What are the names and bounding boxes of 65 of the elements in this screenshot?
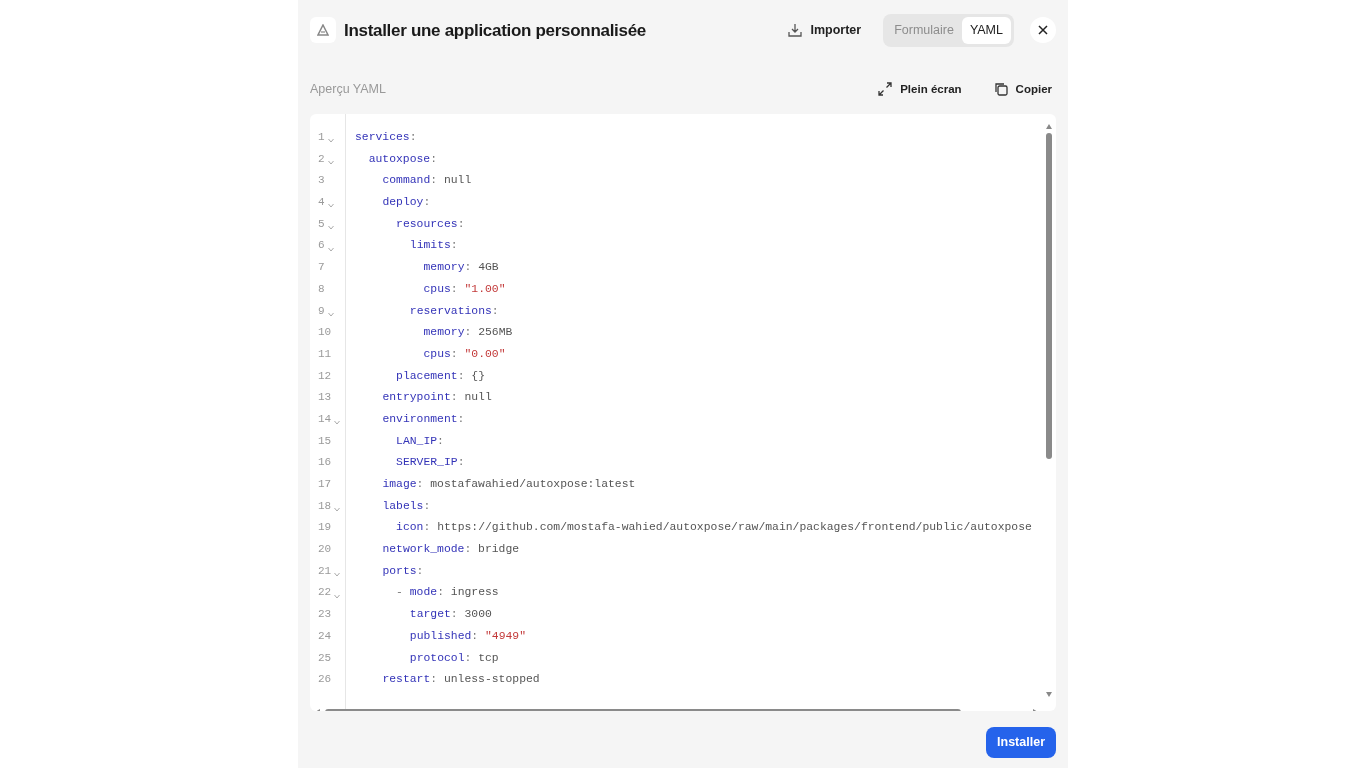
preview-label: Aperçu YAML xyxy=(310,81,386,98)
line-number: 10 xyxy=(318,325,332,341)
line-number: 2 xyxy=(318,151,325,167)
copy-button[interactable]: Copier xyxy=(989,78,1056,100)
code-line: ports: xyxy=(382,563,424,579)
line-number: 18 xyxy=(318,498,332,514)
line-number: 11 xyxy=(318,346,332,362)
code-line: restart: unless-stopped xyxy=(382,672,540,688)
line-number: 17 xyxy=(318,477,332,492)
code-line: memory: 256MB xyxy=(423,325,513,341)
code-line: published: "4949" xyxy=(409,628,527,644)
fullscreen-button[interactable]: Plein écran xyxy=(874,78,966,100)
line-number: 7 xyxy=(318,260,325,276)
import-button[interactable]: Importer xyxy=(782,17,868,44)
code-line: placement: {} xyxy=(396,368,485,384)
code-line: cpus: "1.00" xyxy=(423,281,506,297)
mode-tab[interactable]: YAML xyxy=(961,17,1011,44)
code-line: labels: xyxy=(382,498,431,514)
code-line: environment: xyxy=(382,411,465,427)
line-number: 25 xyxy=(318,650,332,666)
line-number: 8 xyxy=(318,281,325,297)
code-line: - mode: ingress xyxy=(396,585,499,601)
code-line: cpus: "0.00" xyxy=(423,346,506,362)
line-number: 6 xyxy=(318,238,325,254)
expand-icon xyxy=(878,82,893,97)
line-number: 9 xyxy=(318,303,325,319)
line-number: 5 xyxy=(318,216,325,232)
line-number: 1 xyxy=(318,130,325,145)
download-icon xyxy=(788,23,803,38)
line-number: 16 xyxy=(318,455,332,471)
code-line: memory: 4GB xyxy=(423,260,499,276)
close-icon xyxy=(1038,25,1048,36)
code-line: protocol: tcp xyxy=(409,650,499,666)
code-line: command: null xyxy=(382,173,472,189)
close-button[interactable] xyxy=(1030,17,1056,44)
line-number: 19 xyxy=(318,520,332,536)
line-number: 26 xyxy=(318,672,332,688)
line-number: 15 xyxy=(318,433,332,449)
copy-icon xyxy=(993,82,1008,97)
code-line: resources: xyxy=(396,216,465,232)
code-line: limits: xyxy=(409,238,458,254)
code-line: network_mode: bridge xyxy=(382,542,520,558)
line-number: 14 xyxy=(318,411,332,427)
code-line: autoxpose: xyxy=(368,151,438,167)
code-line: services: xyxy=(355,130,417,145)
code-line: entrypoint: null xyxy=(382,390,492,406)
line-number: 3 xyxy=(318,173,325,189)
line-number: 13 xyxy=(318,390,332,406)
code-line: LAN_IP: xyxy=(396,433,444,449)
code-line: image: mostafawahied/autoxpose:latest xyxy=(382,477,636,492)
line-number: 21 xyxy=(318,563,332,579)
code-line: SERVER_IP: xyxy=(396,455,465,471)
code-line: icon: https://github.com/mostafa-wahied/autoxpose/raw/main/packages/frontend/public/autoxpose xyxy=(396,520,1032,536)
line-number: 20 xyxy=(318,542,332,558)
dialog-title: Installer une application personnalisée xyxy=(344,19,646,42)
line-number: 4 xyxy=(318,195,325,211)
line-number: 24 xyxy=(318,628,332,644)
code-line: target: 3000 xyxy=(409,607,492,623)
code-line: deploy: xyxy=(382,195,431,211)
line-number: 22 xyxy=(318,585,332,601)
install-button[interactable]: Installer xyxy=(986,727,1056,758)
code-line: reservations: xyxy=(409,303,499,319)
line-number: 23 xyxy=(318,607,332,623)
logo-icon xyxy=(317,24,329,37)
line-number: 12 xyxy=(318,368,332,384)
